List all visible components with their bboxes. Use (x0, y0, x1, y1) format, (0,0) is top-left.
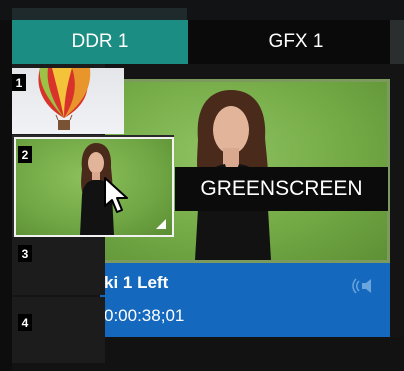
title-strip (0, 0, 404, 20)
tab-ddr-1[interactable]: DDR 1 (12, 20, 188, 64)
speaker-icon[interactable] (352, 276, 382, 301)
tab-label: GFX 1 (268, 31, 324, 52)
presenter-thumbnail (80, 143, 114, 235)
clip-name: ki 1 Left (104, 273, 169, 292)
tooltip: GREENSCREEN (175, 167, 388, 211)
slot-number: 2 (18, 146, 32, 163)
tab-bar-edge (390, 20, 404, 64)
tab-gfx-1[interactable]: GFX 1 (188, 20, 404, 64)
tooltip-text: GREENSCREEN (200, 177, 363, 200)
play-triangle-icon (156, 219, 166, 229)
tab-strip-edge (12, 8, 187, 20)
mouse-pointer-icon (103, 176, 133, 221)
slot-number: 3 (18, 245, 32, 262)
clip-timecode: 0:00:38;01 (104, 306, 185, 325)
slot-2-thumbnail[interactable] (14, 137, 174, 237)
slot-1-thumbnail[interactable] (12, 68, 124, 134)
slot-number: 1 (12, 74, 26, 91)
tab-label: DDR 1 (71, 31, 129, 52)
hot-air-balloon-icon (38, 68, 91, 130)
slot-number: 4 (18, 314, 32, 331)
